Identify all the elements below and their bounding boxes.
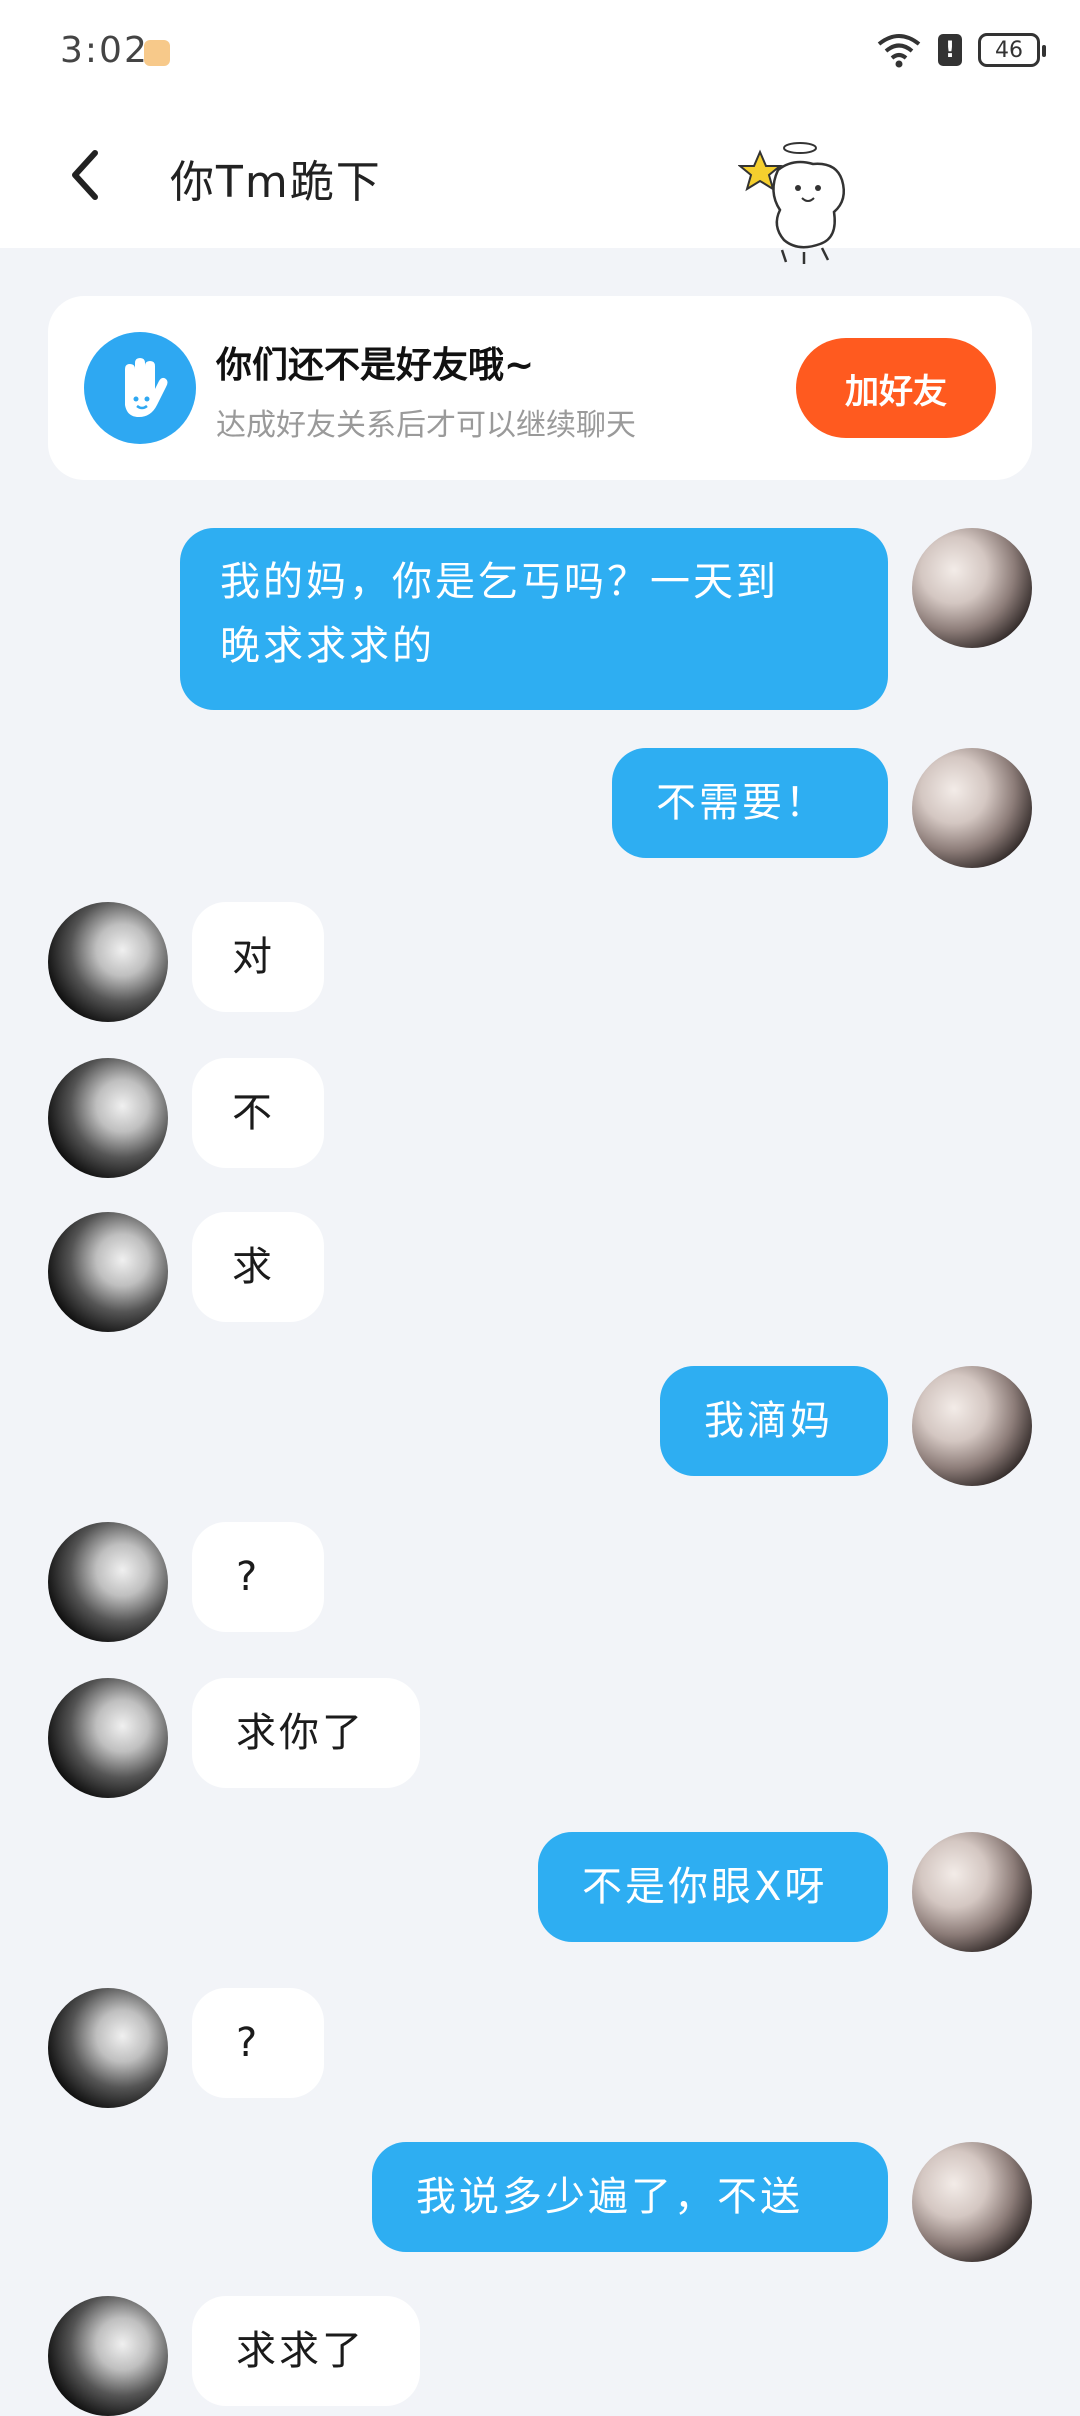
contact-avatar[interactable]	[48, 1058, 168, 1178]
chat-bubble-outgoing[interactable]: 不是你眼X呀	[538, 1832, 888, 1942]
my-avatar[interactable]	[912, 2142, 1032, 2262]
chat-bubble-outgoing[interactable]: 不需要！	[612, 748, 888, 858]
chat-bubble-outgoing[interactable]: 我滴妈	[660, 1366, 888, 1476]
my-avatar[interactable]	[912, 1832, 1032, 1952]
chat-bubble-incoming[interactable]: 求	[192, 1212, 324, 1322]
contact-avatar[interactable]	[48, 1522, 168, 1642]
chat-bubble-incoming[interactable]: ?	[192, 1522, 324, 1632]
chat-bubble-incoming[interactable]: 对	[192, 902, 324, 1012]
my-avatar[interactable]	[912, 528, 1032, 648]
chat-bubble-incoming[interactable]: 求求了	[192, 2296, 420, 2406]
contact-avatar[interactable]	[48, 902, 168, 1022]
my-avatar[interactable]	[912, 748, 1032, 868]
chat-bubble-incoming[interactable]: 求你了	[192, 1678, 420, 1788]
my-avatar[interactable]	[912, 1366, 1032, 1486]
contact-avatar[interactable]	[48, 1988, 168, 2108]
chat-bubble-outgoing[interactable]: 我的妈，你是乞丐吗？一天到 晚求求求的	[180, 528, 888, 710]
contact-avatar[interactable]	[48, 1212, 168, 1332]
chat-bubble-incoming[interactable]: 不	[192, 1058, 324, 1168]
contact-avatar[interactable]	[48, 1678, 168, 1798]
contact-avatar[interactable]	[48, 2296, 168, 2416]
chat-bubble-outgoing[interactable]: 我说多少遍了，不送	[372, 2142, 888, 2252]
chat-bubble-incoming[interactable]: ?	[192, 1988, 324, 2098]
message-list: 我的妈，你是乞丐吗？一天到 晚求求求的 不需要！ 对 不 求 我滴妈 ? 求你了…	[0, 0, 1080, 2416]
